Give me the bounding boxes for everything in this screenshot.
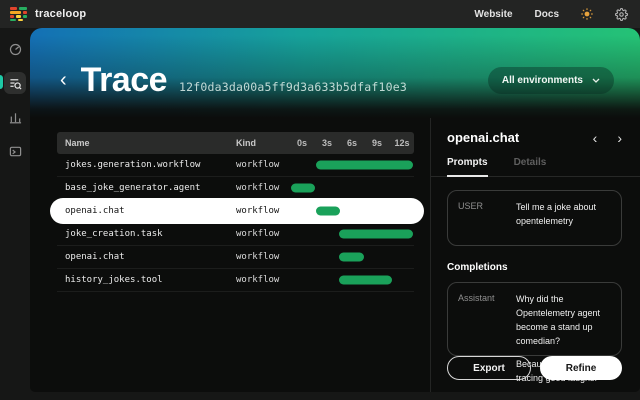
prev-span-chevron-icon[interactable]: ‹ <box>593 131 598 145</box>
duration-bar <box>339 276 392 285</box>
refine-button[interactable]: Refine <box>540 356 622 380</box>
top-bar: traceloop Website Docs <box>0 0 640 28</box>
completion-card: Assistant Why did the Opentelemetry agen… <box>447 282 622 356</box>
span-title: openai.chat <box>447 130 519 145</box>
chevron-down-icon <box>592 78 600 83</box>
span-detail-panel: openai.chat ‹ › Prompts Details USER Tell… <box>430 118 640 392</box>
span-kind: workflow <box>236 183 279 193</box>
table-row[interactable]: joke_creation.task workflow <box>57 223 414 246</box>
span-name: openai.chat <box>65 206 125 216</box>
sidebar-item-playground[interactable] <box>4 140 26 162</box>
span-name: base_joke_generator.agent <box>65 183 200 193</box>
completion-paragraph: Why did the Opentelemetry agent become a… <box>516 293 611 349</box>
span-rows: jokes.generation.workflowworkflowbase_jo… <box>57 154 414 292</box>
completions-heading: Completions <box>447 262 622 273</box>
duration-bar <box>291 184 315 193</box>
span-kind: workflow <box>236 252 279 262</box>
timeline-tick: 12s <box>394 132 409 154</box>
theme-toggle-sun-icon[interactable] <box>581 8 593 20</box>
page-title: Trace <box>81 61 167 100</box>
active-nav-indicator <box>0 75 3 89</box>
brand-name: traceloop <box>35 8 86 20</box>
trace-search-icon <box>9 77 22 90</box>
back-chevron-icon[interactable]: ‹ <box>60 70 67 90</box>
column-header-name: Name <box>65 132 90 154</box>
monitor-icon <box>9 145 22 158</box>
environment-dropdown-label: All environments <box>502 75 583 86</box>
timeline-tick: 0s <box>297 132 307 154</box>
tab-details[interactable]: Details <box>514 157 547 176</box>
prompt-role-label: USER <box>458 201 516 235</box>
detail-tabs: Prompts Details <box>431 157 640 177</box>
environment-dropdown[interactable]: All environments <box>488 67 614 94</box>
trace-id: 12f0da3da00a5ff9d3a633b5dfaf10e3 <box>179 80 407 94</box>
table-row[interactable]: base_joke_generator.agent workflow <box>57 177 414 200</box>
sidebar-item-analytics[interactable] <box>4 106 26 128</box>
timeline-tick: 9s <box>372 132 382 154</box>
export-button[interactable]: Export <box>447 356 531 380</box>
duration-bar <box>316 161 413 170</box>
duration-bar <box>316 207 340 216</box>
column-header-kind: Kind <box>236 132 256 154</box>
gauge-icon <box>9 43 22 56</box>
span-name: openai.chat <box>65 252 125 262</box>
span-name: jokes.generation.workflow <box>65 160 200 170</box>
trace-header: ‹ Trace 12f0da3da00a5ff9d3a633b5dfaf10e3… <box>30 28 640 118</box>
span-name: joke_creation.task <box>65 229 163 239</box>
completion-text: Why did the Opentelemetry agent become a… <box>516 293 611 345</box>
bar-chart-icon <box>9 111 22 124</box>
timeline-tick: 6s <box>347 132 357 154</box>
duration-bar <box>339 230 413 239</box>
top-nav: Website Docs <box>474 8 628 21</box>
next-span-chevron-icon[interactable]: › <box>617 131 622 145</box>
tab-prompts[interactable]: Prompts <box>447 157 488 177</box>
table-row[interactable]: openai.chat workflow <box>57 200 414 223</box>
span-table-header: Name Kind 0s 3s 6s 9s 12s <box>57 132 414 154</box>
main-card: ‹ Trace 12f0da3da00a5ff9d3a633b5dfaf10e3… <box>30 28 640 392</box>
timeline-tick: 3s <box>322 132 332 154</box>
table-row[interactable]: openai.chat workflow <box>57 246 414 269</box>
sidebar-item-traces[interactable] <box>4 72 26 94</box>
table-row[interactable]: history_jokes.tool workflow <box>57 269 414 292</box>
prompt-text: Tell me a joke about opentelemetry <box>516 201 611 235</box>
span-table: Name Kind 0s 3s 6s 9s 12s jokes.generation.w… <box>57 132 414 292</box>
top-nav-link-docs[interactable]: Docs <box>535 9 559 20</box>
completion-role-label: Assistant <box>458 293 516 345</box>
span-kind: workflow <box>236 206 279 216</box>
settings-gear-icon[interactable] <box>615 8 628 21</box>
top-nav-link-website[interactable]: Website <box>474 9 512 20</box>
left-sidebar <box>0 28 30 400</box>
span-kind: workflow <box>236 229 279 239</box>
table-row[interactable]: jokes.generation.workflow workflow <box>57 154 414 177</box>
sidebar-item-dashboard[interactable] <box>4 38 26 60</box>
span-kind: workflow <box>236 160 279 170</box>
span-name: history_jokes.tool <box>65 275 163 285</box>
prompt-card: USER Tell me a joke about opentelemetry <box>447 190 622 246</box>
traceloop-logo-icon <box>10 7 27 21</box>
span-table-area: Name Kind 0s 3s 6s 9s 12s jokes.generation.w… <box>30 118 430 392</box>
span-kind: workflow <box>236 275 279 285</box>
duration-bar <box>339 253 364 262</box>
